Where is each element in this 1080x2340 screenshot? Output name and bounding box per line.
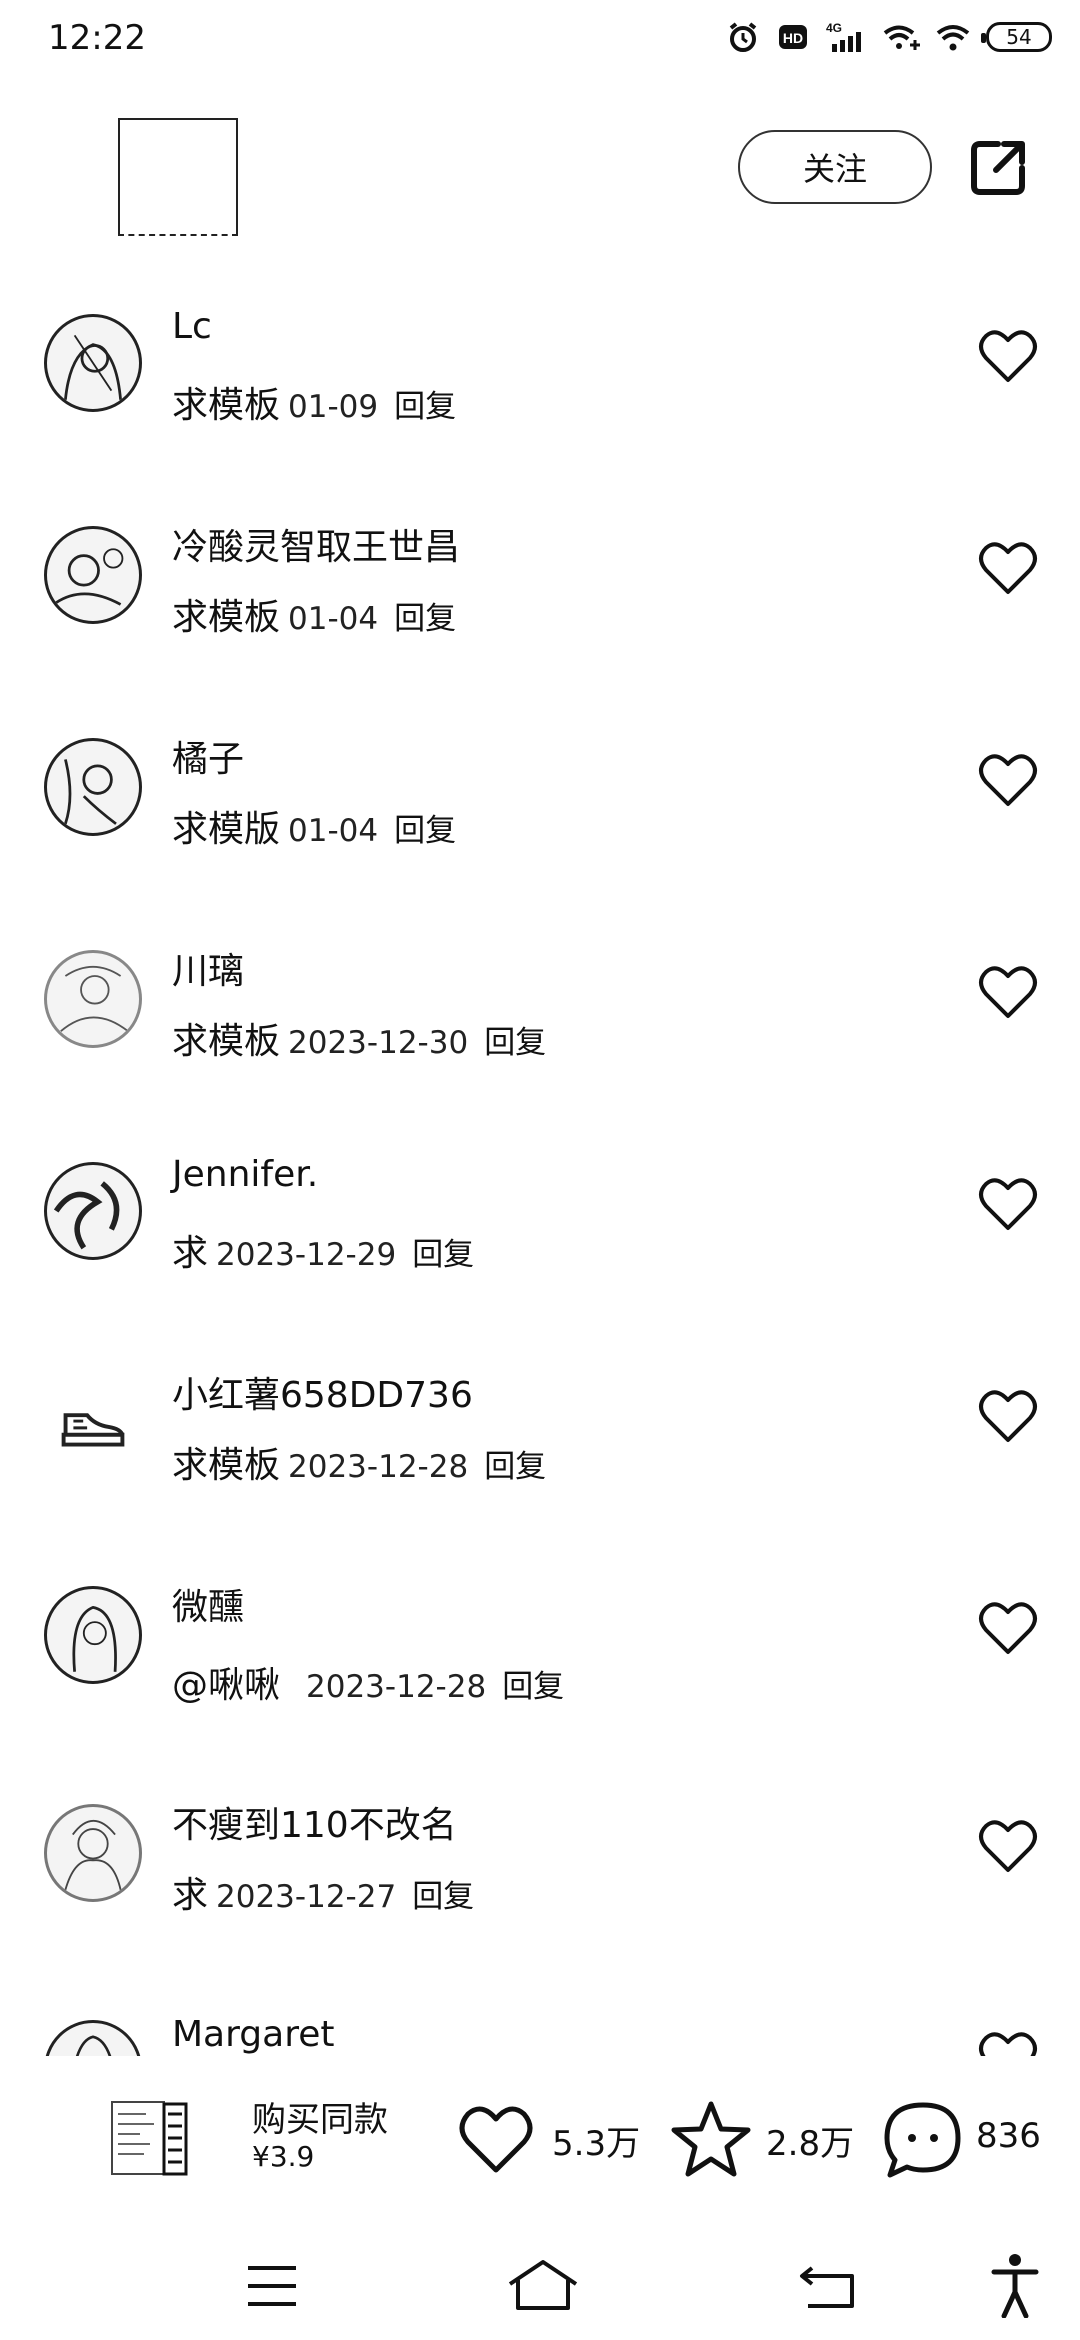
avatar[interactable] bbox=[44, 738, 142, 836]
hd-icon: HD bbox=[779, 25, 807, 49]
comment-username[interactable]: 小红薯658DD736 bbox=[172, 1366, 473, 1418]
wifi-icon bbox=[936, 25, 970, 51]
comment-text: 求 bbox=[172, 1875, 209, 1916]
comment-item: 小红薯658DD736 求模板 2023-12-28 回复 bbox=[0, 1374, 1080, 1554]
heart-icon[interactable] bbox=[978, 1600, 1038, 1656]
accessibility-icon[interactable] bbox=[990, 2252, 1040, 2318]
comment-date: 2023-12-28 bbox=[288, 1449, 469, 1485]
reply-button[interactable]: 回复 bbox=[394, 601, 456, 637]
avatar[interactable] bbox=[44, 1804, 142, 1902]
comment-body: 求模板 01-09 回复 bbox=[172, 376, 456, 428]
comment-text: 求模板 bbox=[172, 1021, 281, 1062]
comment-item: 不瘦到110不改名 求 2023-12-27 回复 bbox=[0, 1804, 1080, 1984]
comment-body: 求 2023-12-29 回复 bbox=[172, 1224, 474, 1276]
comment-date: 2023-12-28 bbox=[306, 1669, 487, 1705]
like-count: 5.3万 bbox=[552, 2124, 641, 2164]
comment-date: 2023-12-29 bbox=[216, 1237, 397, 1273]
reply-button[interactable]: 回复 bbox=[484, 1025, 546, 1061]
reply-button[interactable]: 回复 bbox=[412, 1237, 474, 1273]
comment-username[interactable]: Lc bbox=[172, 306, 212, 347]
star-icon[interactable] bbox=[670, 2100, 752, 2178]
product-thumbnail[interactable] bbox=[110, 2100, 190, 2176]
alarm-icon bbox=[729, 22, 757, 52]
reply-button[interactable]: 回复 bbox=[394, 813, 456, 849]
comment-text: 求 bbox=[172, 1233, 209, 1274]
avatar[interactable] bbox=[44, 314, 142, 412]
comment-username[interactable]: 橘子 bbox=[172, 730, 244, 782]
menu-icon[interactable] bbox=[246, 2264, 298, 2308]
comment-username[interactable]: 不瘦到110不改名 bbox=[172, 1796, 457, 1848]
share-external-icon[interactable] bbox=[966, 136, 1030, 200]
signal-icon: 4G bbox=[826, 21, 861, 52]
reply-button[interactable]: 回复 bbox=[394, 389, 456, 425]
comment-date: 01-04 bbox=[288, 601, 379, 637]
comment-username[interactable]: 冷酸灵智取王世昌 bbox=[172, 518, 460, 570]
back-icon[interactable] bbox=[798, 2262, 858, 2310]
reply-button[interactable]: 回复 bbox=[412, 1879, 474, 1915]
heart-icon[interactable] bbox=[978, 1388, 1038, 1444]
comment-text: 求模板 bbox=[172, 385, 281, 426]
comment-bubble-icon[interactable] bbox=[882, 2100, 964, 2180]
avatar[interactable] bbox=[44, 1586, 142, 1684]
comment-date: 2023-12-30 bbox=[288, 1025, 469, 1061]
comment-text: 求模板 bbox=[172, 1445, 281, 1486]
comment-username[interactable]: 川璃 bbox=[172, 942, 244, 994]
avatar[interactable] bbox=[44, 1162, 142, 1260]
author-thumbnail[interactable] bbox=[118, 118, 238, 236]
battery-icon: 54 bbox=[981, 22, 1052, 52]
comment-text: 求模板 bbox=[172, 597, 281, 638]
comment-item: Lc 求模板 01-09 回复 bbox=[0, 306, 1080, 494]
comment-item: 微醺 @啾啾 2023-12-28 回复 bbox=[0, 1586, 1080, 1766]
avatar[interactable] bbox=[44, 1374, 142, 1472]
comment-count: 836 bbox=[976, 2116, 1041, 2156]
heart-icon[interactable] bbox=[978, 964, 1038, 1020]
reply-button[interactable]: 回复 bbox=[484, 1449, 546, 1485]
buy-price: ¥3.9 bbox=[252, 2140, 315, 2173]
comment-body: 求模版 01-04 回复 bbox=[172, 800, 456, 852]
comment-item: 橘子 求模版 01-04 回复 bbox=[0, 738, 1080, 918]
heart-icon[interactable] bbox=[978, 328, 1038, 384]
comment-body: 求模板 2023-12-30 回复 bbox=[172, 1012, 546, 1064]
home-icon[interactable] bbox=[506, 2258, 580, 2312]
avatar[interactable] bbox=[44, 526, 142, 624]
status-time: 12:22 bbox=[48, 18, 146, 58]
comment-username[interactable]: 微醺 bbox=[172, 1578, 244, 1630]
comment-username[interactable]: Jennifer. bbox=[172, 1154, 318, 1195]
comment-body: 求模板 01-04 回复 bbox=[172, 588, 456, 640]
avatar[interactable] bbox=[44, 2020, 142, 2056]
heart-icon[interactable] bbox=[978, 540, 1038, 596]
comment-text: 求模版 bbox=[172, 809, 281, 850]
comment-item: Margaret bbox=[0, 2016, 1080, 2056]
comment-item: Jennifer. 求 2023-12-29 回复 bbox=[0, 1154, 1080, 1342]
svg-text:HD: HD bbox=[783, 30, 803, 46]
comment-body: 求模板 2023-12-28 回复 bbox=[172, 1436, 546, 1488]
battery-level: 54 bbox=[1006, 25, 1032, 49]
favorite-count: 2.8万 bbox=[766, 2124, 855, 2164]
like-icon[interactable] bbox=[458, 2104, 534, 2174]
buy-same-label[interactable]: 购买同款 bbox=[252, 2092, 388, 2141]
heart-icon[interactable] bbox=[978, 2030, 1038, 2056]
comment-body: @啾啾 2023-12-28 回复 bbox=[172, 1656, 564, 1708]
status-icons: HD 4G 54 bbox=[726, 20, 1052, 54]
comment-body: 求 2023-12-27 回复 bbox=[172, 1866, 474, 1918]
heart-icon[interactable] bbox=[978, 1176, 1038, 1232]
reply-button[interactable]: 回复 bbox=[502, 1669, 564, 1705]
comment-text: @啾啾 bbox=[172, 1665, 281, 1706]
comment-date: 01-09 bbox=[288, 389, 379, 425]
avatar[interactable] bbox=[44, 950, 142, 1048]
follow-button[interactable]: 关注 bbox=[738, 130, 932, 204]
comment-date: 2023-12-27 bbox=[216, 1879, 397, 1915]
comment-item: 冷酸灵智取王世昌 求模板 01-04 回复 bbox=[0, 526, 1080, 706]
heart-icon[interactable] bbox=[978, 1818, 1038, 1874]
heart-icon[interactable] bbox=[978, 752, 1038, 808]
comment-date: 01-04 bbox=[288, 813, 379, 849]
network-label: 4G bbox=[826, 21, 842, 35]
sneaker-avatar-icon bbox=[61, 1413, 125, 1447]
comment-username[interactable]: Margaret bbox=[172, 2016, 334, 2055]
wifi-plus-icon bbox=[883, 25, 920, 50]
comment-item: 川璃 求模板 2023-12-30 回复 bbox=[0, 950, 1080, 1130]
